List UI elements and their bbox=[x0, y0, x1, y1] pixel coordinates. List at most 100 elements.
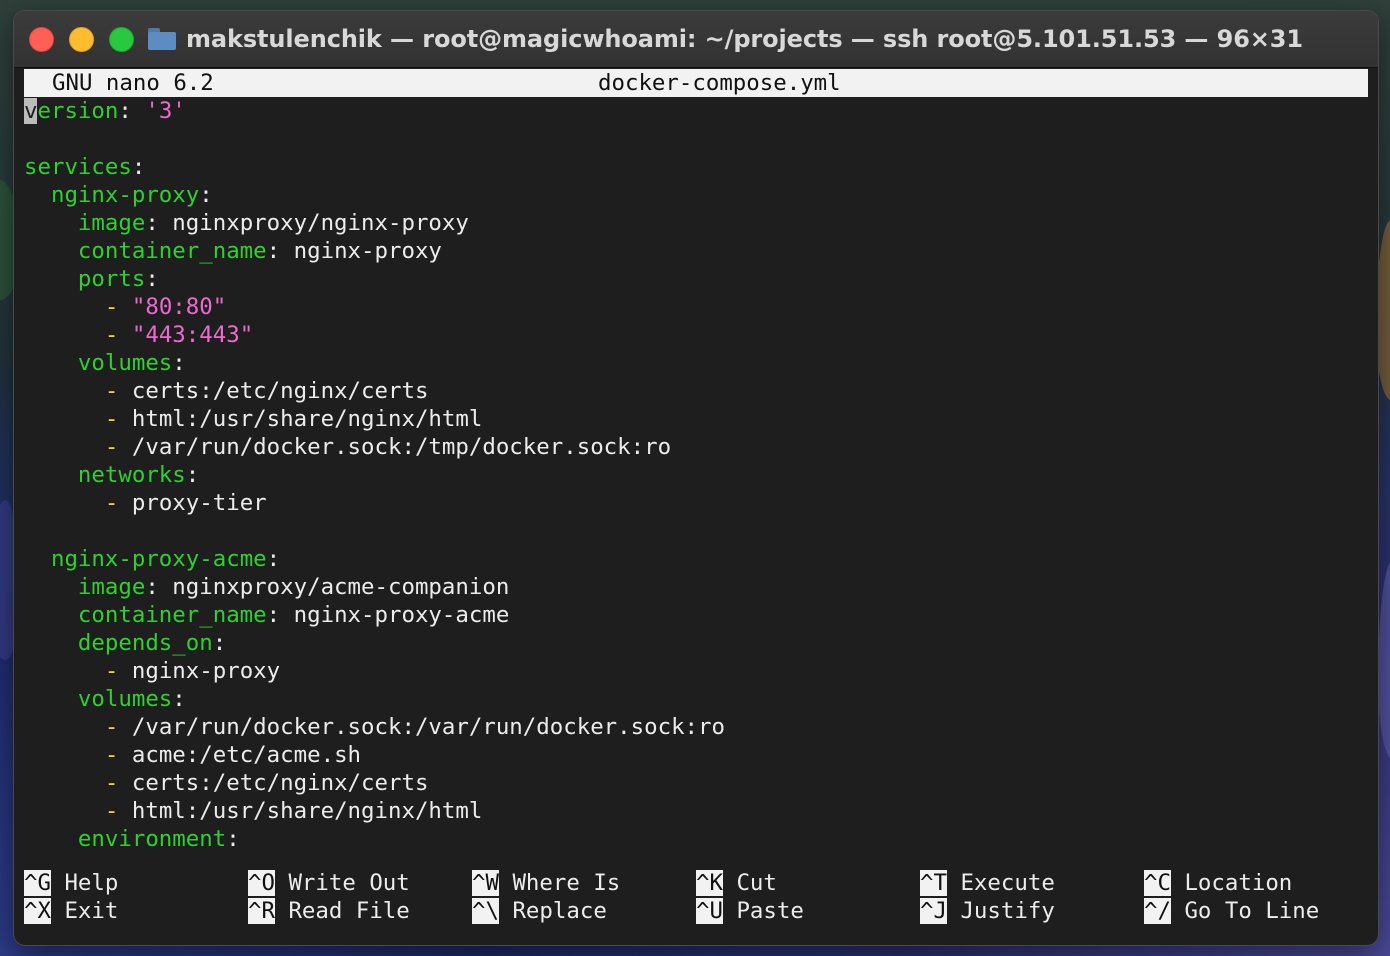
shortcut-key: ^J bbox=[920, 898, 947, 924]
code-line: volumes: bbox=[24, 685, 186, 713]
code-token: certs:/etc/nginx/certs bbox=[131, 770, 429, 796]
shortcut-exit[interactable]: ^X Exit bbox=[24, 897, 118, 925]
code-token: proxy-tier bbox=[131, 490, 267, 516]
code-line: - certs:/etc/nginx/certs bbox=[24, 377, 429, 405]
code-token: : bbox=[172, 350, 186, 376]
shortcut-key: ^T bbox=[920, 870, 947, 896]
shortcut-replace[interactable]: ^\ Replace bbox=[472, 897, 607, 925]
code-token: "80:80" bbox=[131, 294, 227, 320]
code-line: - "443:443" bbox=[24, 321, 253, 349]
code-line: ports: bbox=[24, 265, 159, 293]
code-token: - bbox=[104, 490, 132, 516]
shortcut-key: ^/ bbox=[1144, 898, 1171, 924]
code-line: nginx-proxy: bbox=[24, 181, 213, 209]
shortcut-read-file[interactable]: ^R Read File bbox=[248, 897, 410, 925]
shortcut-where-is[interactable]: ^W Where Is bbox=[472, 869, 620, 897]
code-token: : bbox=[266, 238, 294, 264]
code-line: - html:/usr/share/nginx/html bbox=[24, 405, 482, 433]
shortcut-label: Write Out bbox=[274, 870, 410, 896]
shortcut-write-out[interactable]: ^O Write Out bbox=[248, 869, 410, 897]
file-name: docker-compose.yml bbox=[598, 70, 841, 96]
close-button[interactable] bbox=[29, 26, 54, 52]
code-line: depends_on: bbox=[24, 629, 226, 657]
code-token: - bbox=[104, 658, 132, 684]
code-line: - nginx-proxy bbox=[24, 657, 280, 685]
code-token: nginxproxy/acme-companion bbox=[172, 574, 510, 600]
code-line: container_name: nginx-proxy bbox=[24, 237, 442, 265]
code-token: volumes bbox=[77, 350, 173, 376]
window-title: makstulenchik — root@magicwhoami: ~/proj… bbox=[186, 25, 1303, 53]
nano-version: GNU nano 6.2 bbox=[52, 70, 214, 96]
zoom-button[interactable] bbox=[109, 26, 134, 52]
text-cursor: v bbox=[24, 98, 38, 124]
code-token: - bbox=[104, 322, 132, 348]
code-token: services bbox=[24, 154, 132, 180]
shortcut-label: Location bbox=[1170, 870, 1293, 896]
code-token: "443:443" bbox=[131, 322, 254, 348]
shortcut-cut[interactable]: ^K Cut bbox=[696, 869, 777, 897]
shortcut-help[interactable]: ^G Help bbox=[24, 869, 118, 897]
code-line: nginx-proxy-acme: bbox=[24, 545, 280, 573]
wallpaper-leaf bbox=[1376, 220, 1390, 400]
title-bar: makstulenchik — root@magicwhoami: ~/proj… bbox=[14, 11, 1378, 68]
code-token: : bbox=[226, 826, 240, 852]
code-token: - bbox=[104, 770, 132, 796]
code-token: : bbox=[266, 602, 294, 628]
shortcut-label: Replace bbox=[498, 898, 607, 924]
terminal-content[interactable]: GNU nano 6.2 docker-compose.yml version:… bbox=[24, 69, 1368, 939]
code-token: : bbox=[131, 154, 146, 180]
terminal-window: makstulenchik — root@magicwhoami: ~/proj… bbox=[14, 11, 1378, 945]
code-token: : bbox=[145, 266, 159, 292]
code-token: nginxproxy/nginx-proxy bbox=[172, 210, 469, 236]
window-controls bbox=[29, 26, 134, 52]
shortcut-key: ^X bbox=[24, 898, 51, 924]
code-token: : bbox=[145, 210, 173, 236]
code-token: - bbox=[104, 406, 132, 432]
code-token: volumes bbox=[77, 686, 173, 712]
shortcut-label: Cut bbox=[722, 870, 777, 896]
code-token: - bbox=[104, 294, 132, 320]
shortcut-justify[interactable]: ^J Justify bbox=[920, 897, 1055, 925]
code-line: environment: bbox=[24, 825, 240, 853]
code-token: - bbox=[104, 742, 132, 768]
shortcut-paste[interactable]: ^U Paste bbox=[696, 897, 804, 925]
shortcut-execute[interactable]: ^T Execute bbox=[920, 869, 1055, 897]
code-token: networks bbox=[77, 462, 186, 488]
shortcut-location[interactable]: ^C Location bbox=[1144, 869, 1292, 897]
code-line: - "80:80" bbox=[24, 293, 226, 321]
code-token: container_name bbox=[77, 602, 267, 628]
shortcut-label: Read File bbox=[274, 898, 410, 924]
shortcut-label: Justify bbox=[946, 898, 1055, 924]
minimize-button[interactable] bbox=[69, 26, 94, 52]
shortcut-key: ^C bbox=[1144, 870, 1171, 896]
code-line: - acme:/etc/acme.sh bbox=[24, 741, 361, 769]
code-line: container_name: nginx-proxy-acme bbox=[24, 601, 509, 629]
code-token: - bbox=[104, 378, 132, 404]
code-line: version: '3' bbox=[24, 97, 186, 125]
code-token: ersion bbox=[37, 98, 119, 124]
code-token: : bbox=[172, 686, 186, 712]
code-line: - /var/run/docker.sock:/tmp/docker.sock:… bbox=[24, 433, 671, 461]
code-token: - bbox=[104, 434, 132, 460]
code-token: nginx-proxy bbox=[293, 238, 442, 264]
code-token: nginx-proxy-acme bbox=[50, 546, 267, 572]
code-token: : bbox=[185, 462, 200, 488]
shortcut-label: Go To Line bbox=[1170, 898, 1320, 924]
shortcut-key: ^U bbox=[696, 898, 723, 924]
folder-icon bbox=[148, 28, 176, 50]
code-token: : bbox=[199, 182, 213, 208]
code-line: volumes: bbox=[24, 349, 186, 377]
shortcut-go-to-line[interactable]: ^/ Go To Line bbox=[1144, 897, 1319, 925]
